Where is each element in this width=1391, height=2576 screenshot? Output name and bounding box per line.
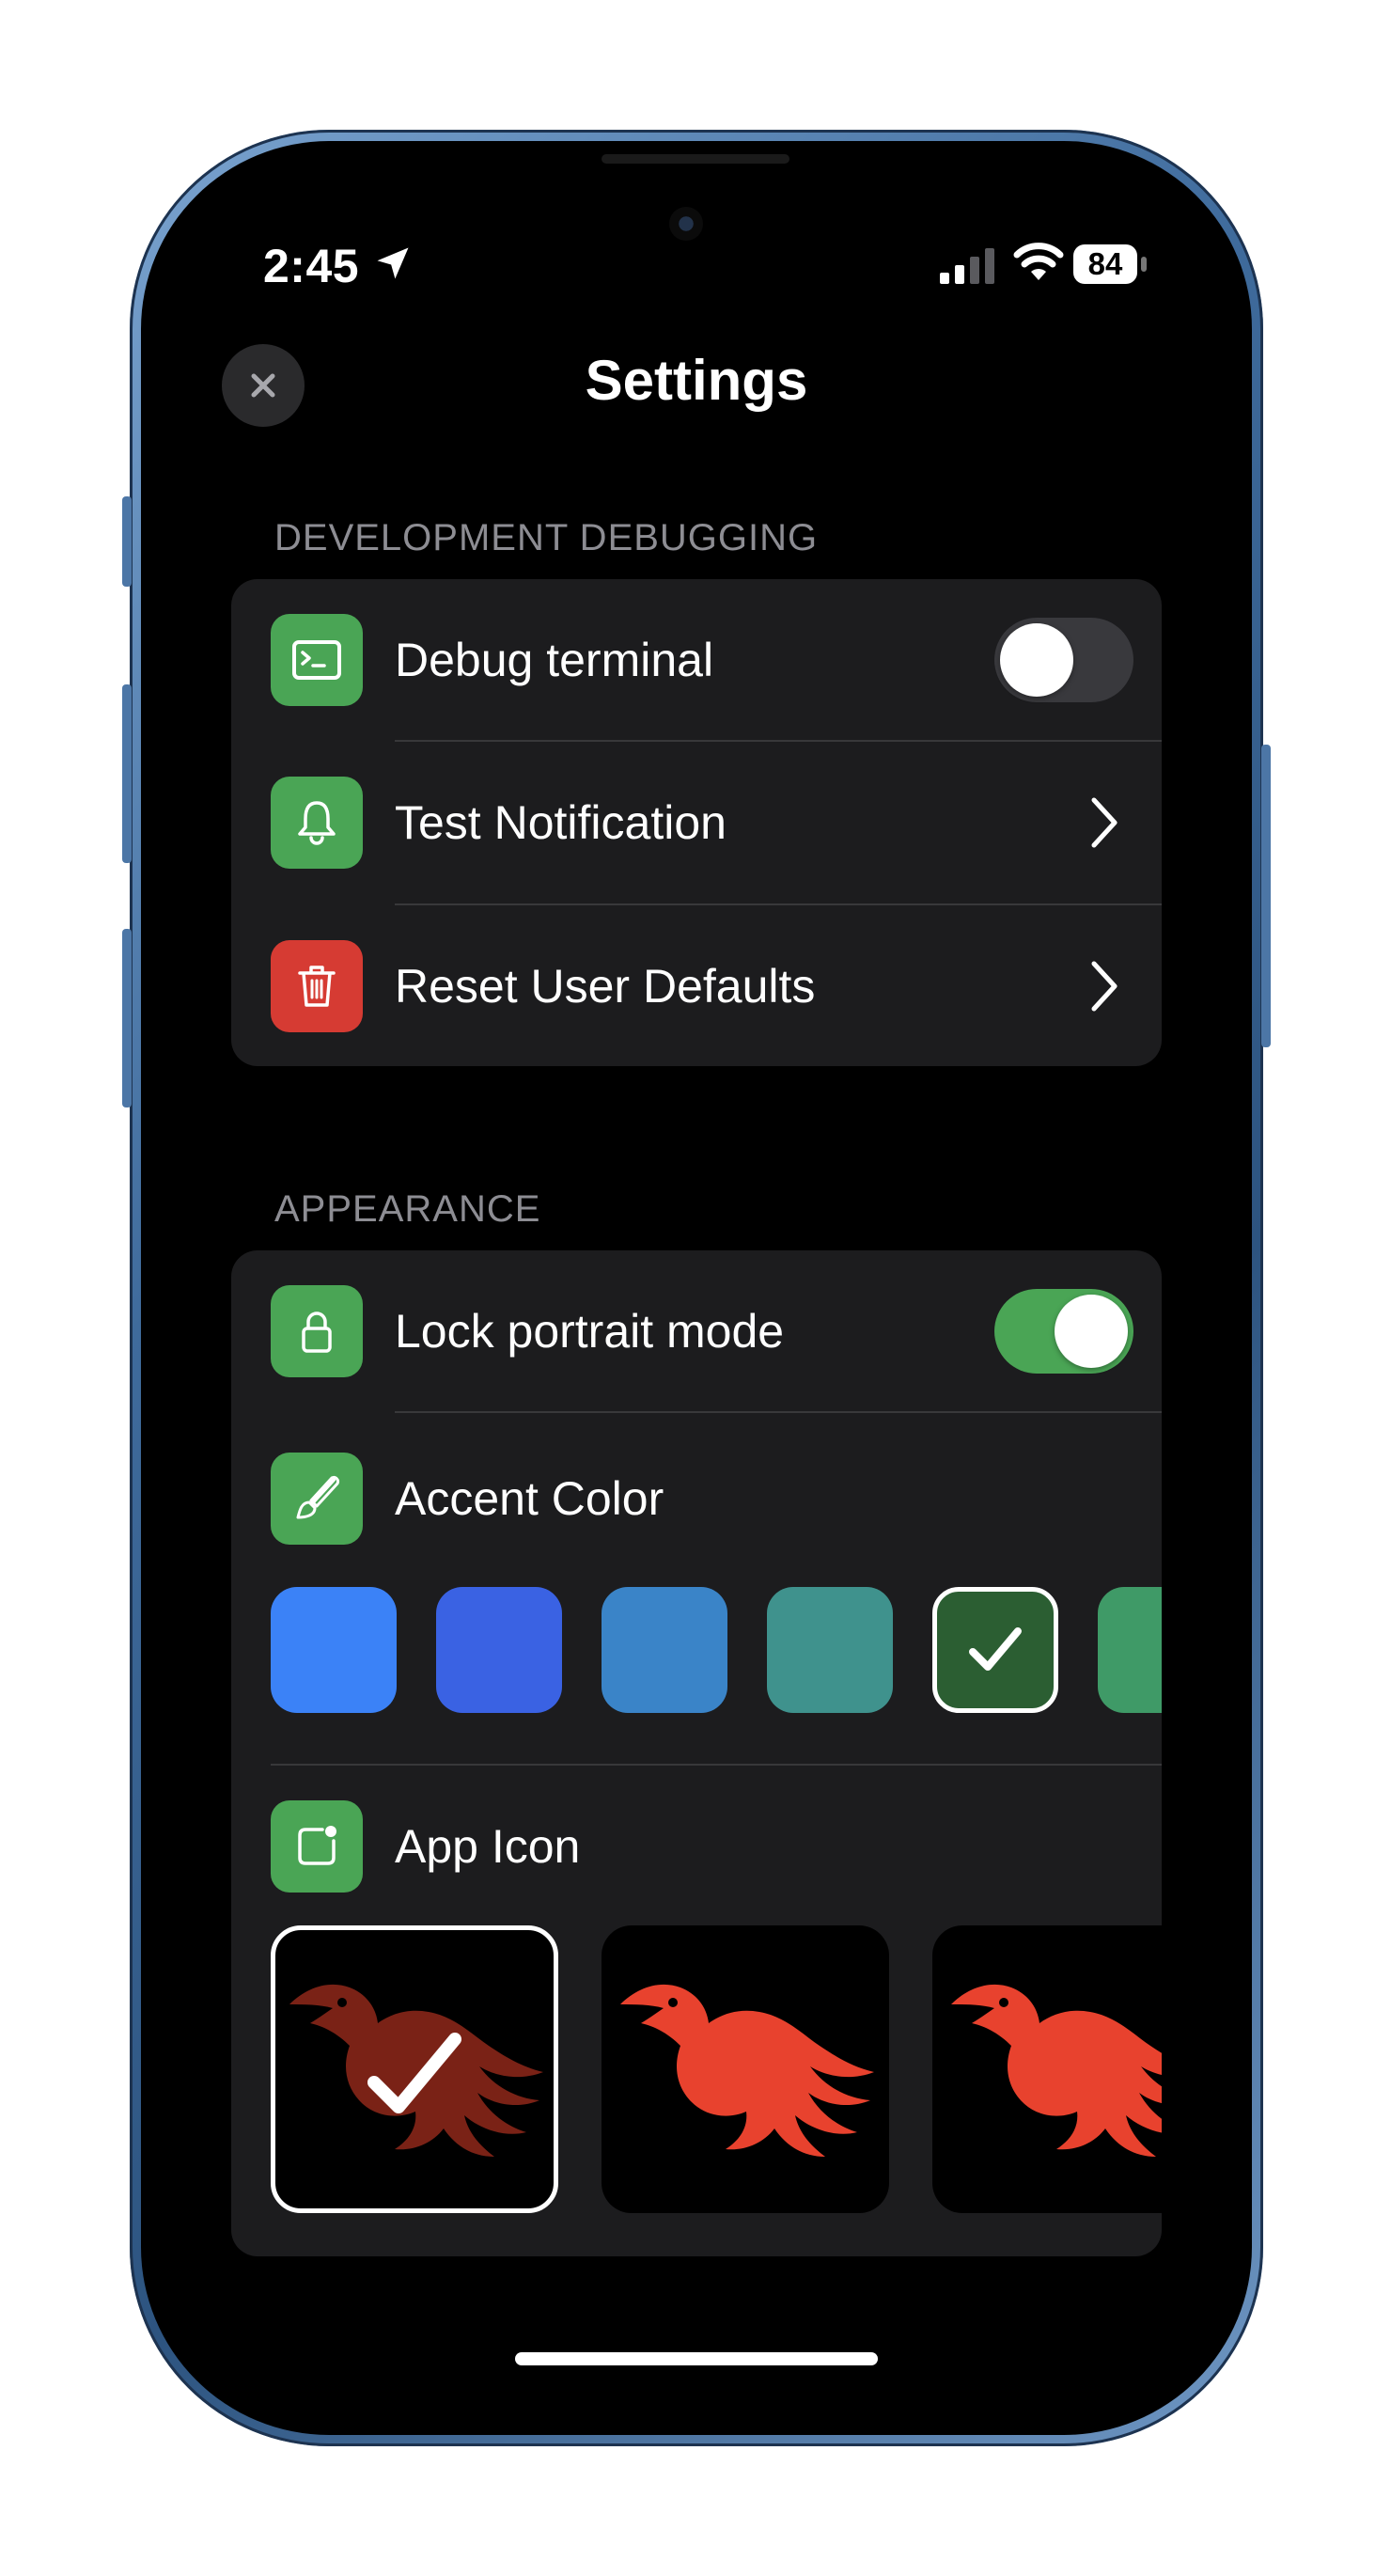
- app-icon-row: App Icon: [231, 1758, 1162, 1925]
- test-notification-row[interactable]: Test Notification: [231, 742, 1162, 903]
- status-bar: 2:45 84: [141, 231, 1252, 306]
- app-icon-label: App Icon: [395, 1820, 581, 1873]
- screen: 2:45 84 Settings DEVELOPMENT DEBUGGING D…: [141, 141, 1252, 2435]
- appearance-card: Lock portrait mode Accent Color App Icon: [231, 1250, 1162, 2256]
- location-arrow-icon: [372, 243, 414, 289]
- battery-tip: [1141, 257, 1147, 272]
- chevron-right-icon: [1091, 797, 1117, 848]
- section-header-appearance: APPEARANCE: [274, 1188, 541, 1230]
- debug-terminal-row: Debug terminal: [231, 579, 1162, 741]
- app-icon-option-dark-red-phoenix[interactable]: [271, 1925, 558, 2213]
- lock-icon: [271, 1285, 363, 1377]
- app-icon-glyph-icon: [271, 1800, 363, 1893]
- terminal-icon: [271, 614, 363, 706]
- accent-swatch[interactable]: [271, 1587, 397, 1713]
- page-title: Settings: [585, 349, 808, 412]
- status-time: 2:45: [263, 240, 360, 292]
- checkmark-icon: [367, 2033, 461, 2113]
- mute-switch: [122, 496, 132, 587]
- battery-level: 84: [1073, 244, 1137, 284]
- accent-swatch[interactable]: [436, 1587, 562, 1713]
- toggle-knob: [1055, 1295, 1128, 1368]
- trash-icon: [271, 940, 363, 1032]
- development-card: Debug terminal Test Notification Reset U…: [231, 579, 1162, 1066]
- checkmark-icon: [969, 1627, 1022, 1671]
- accent-swatch[interactable]: [932, 1587, 1058, 1713]
- phoenix-icon: [951, 1984, 1162, 2157]
- row-divider: [395, 1411, 1162, 1413]
- power-button: [1261, 745, 1271, 1047]
- reset-user-defaults-row[interactable]: Reset User Defaults: [231, 905, 1162, 1066]
- section-header-development: DEVELOPMENT DEBUGGING: [274, 517, 819, 558]
- accent-swatch[interactable]: [767, 1587, 893, 1713]
- reset-user-defaults-label: Reset User Defaults: [395, 960, 816, 1013]
- accent-color-label: Accent Color: [395, 1472, 664, 1525]
- bell-icon: [271, 777, 363, 869]
- accent-swatch[interactable]: [1098, 1587, 1162, 1713]
- phoenix-icon: [620, 1984, 874, 2157]
- app-icon-option-red-phoenix-alt[interactable]: [932, 1925, 1162, 2213]
- accent-swatch[interactable]: [602, 1587, 727, 1713]
- toggle-knob: [1000, 623, 1073, 697]
- lock-portrait-label: Lock portrait mode: [395, 1305, 785, 1358]
- cellular-signal-icon: [940, 248, 998, 291]
- battery-indicator: 84: [1073, 244, 1150, 286]
- chevron-right-icon: [1091, 961, 1117, 1012]
- earpiece-speaker: [602, 154, 789, 164]
- home-indicator[interactable]: [515, 2352, 878, 2365]
- lock-portrait-row: Lock portrait mode: [231, 1250, 1162, 1412]
- wifi-icon: [1013, 243, 1064, 289]
- debug-terminal-toggle[interactable]: [994, 618, 1133, 702]
- volume-down-button: [122, 929, 132, 1107]
- volume-up-button: [122, 684, 132, 863]
- test-notification-label: Test Notification: [395, 796, 727, 849]
- lock-portrait-toggle[interactable]: [994, 1289, 1133, 1374]
- accent-color-row: Accent Color: [231, 1418, 1162, 1587]
- paintbrush-icon: [271, 1453, 363, 1545]
- debug-terminal-label: Debug terminal: [395, 634, 714, 686]
- app-icon-option-red-phoenix[interactable]: [602, 1925, 889, 2213]
